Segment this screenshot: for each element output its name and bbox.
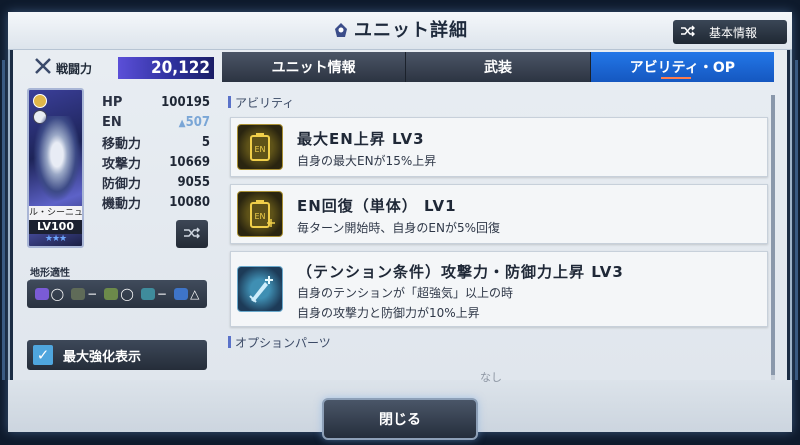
ability-desc: 自身のテンションが「超強気」以上の時 [297, 286, 514, 300]
tab-abilities-op[interactable]: アビリティ・OP [590, 52, 774, 82]
basic-info-button[interactable]: 基本情報 [673, 20, 787, 44]
unit-rarity-stars: ★★★ [44, 234, 67, 244]
ability-desc: 毎ターン開始時、自身のENが5%回復 [297, 221, 500, 235]
ability-item[interactable]: EN EN回復（単体） LV1 毎ターン開始時、自身のENが5%回復 [230, 184, 768, 244]
unit-name: ル・シーニュ(E [29, 206, 82, 220]
basic-info-label: 基本情報 [709, 25, 758, 40]
terrain-grade: − [87, 287, 98, 301]
medal-icon [33, 94, 47, 108]
stat-value-en-number: 507 [185, 114, 210, 130]
stat-label: 攻撃力 [102, 156, 142, 172]
frame-decoration-right [795, 60, 798, 380]
terrain-space: ◯ [34, 287, 64, 301]
section-marker [228, 96, 231, 108]
dialog-title: ユニット詳細 [354, 20, 468, 41]
terrain-grade: − [156, 287, 167, 301]
section-title: オプションパーツ [235, 335, 331, 350]
terrain-grade: △ [190, 287, 200, 301]
close-button[interactable]: 閉じる [322, 398, 478, 440]
unit-card[interactable]: ル・シーニュ(E LV100 ★★★ [27, 88, 84, 248]
stat-value: 10669 [169, 154, 210, 170]
stat-label: 移動力 [102, 136, 142, 152]
shuffle-icon [681, 25, 695, 40]
frame-decoration-left [2, 60, 5, 380]
ability-title: （テンション条件）攻撃力・防御力上昇 LV3 [297, 263, 624, 281]
stat-row-hp: HP 100195 [102, 92, 210, 112]
terrain-aptitude: ◯ − ◯ − △ [27, 280, 207, 308]
section-title: アビリティ [235, 95, 295, 110]
ability-title: 最大EN上昇 LV3 [297, 130, 425, 148]
stat-value: 5 [201, 134, 210, 150]
stat-row-en: EN ▲507 [102, 112, 210, 132]
stat-value: 100195 [161, 94, 210, 110]
stat-value: 10080 [169, 194, 210, 210]
ability-desc: 自身の攻撃力と防御力が10%上昇 [297, 306, 480, 320]
en-recover-icon: EN [237, 191, 283, 237]
unit-portrait [33, 116, 81, 202]
terrain-city: △ [174, 287, 199, 301]
section-marker [228, 336, 231, 348]
max-enhance-label: 最大強化表示 [63, 349, 142, 365]
stat-label: 機動力 [102, 196, 142, 212]
terrain-label: 地形適性 [30, 264, 70, 280]
svg-text:EN: EN [254, 212, 265, 221]
unit-icon [332, 21, 350, 44]
section-header-options: オプションパーツ [222, 332, 331, 352]
boost-up-icon: ▲ [178, 117, 186, 129]
combat-power-label: 戦闘力 [56, 61, 93, 76]
stat-value: 9055 [177, 174, 210, 190]
shuffle-icon [184, 227, 200, 242]
en-battery-icon: EN [237, 124, 283, 170]
city-icon [174, 288, 189, 300]
stat-row-move: 移動力 5 [102, 132, 210, 152]
stats-list: HP 100195 EN ▲507 移動力 5 攻撃力 10669 防御力 9055 機動… [102, 92, 210, 212]
checkmark-icon: ✓ [33, 345, 53, 365]
stat-label: EN [102, 114, 122, 130]
combat-power-value: 20,122 [118, 57, 214, 79]
section-header-abilities: アビリティ [222, 92, 294, 112]
tab-weapons[interactable]: 武装 [406, 52, 591, 82]
terrain-land: ◯ [104, 287, 134, 301]
switch-unit-button[interactable] [176, 220, 208, 248]
terrain-water: − [140, 287, 167, 301]
scrollbar-thumb[interactable] [771, 95, 775, 375]
option-none-text: なし [480, 371, 502, 384]
stat-row-mobility: 機動力 10080 [102, 192, 210, 212]
combat-power-row: 戦闘力 [34, 57, 92, 79]
tab-bar: ユニット情報 武装 アビリティ・OP [222, 52, 774, 82]
ground-icon [71, 288, 86, 300]
stat-label: HP [102, 94, 123, 110]
stat-value-en: ▲507 [179, 115, 210, 130]
max-enhance-toggle[interactable]: ✓ 最大強化表示 [27, 340, 207, 370]
ability-panel[interactable]: アビリティ EN 最大EN上昇 LV3 自身の最大ENが15%上昇 EN EN回… [222, 86, 774, 381]
terrain-air: − [71, 287, 97, 301]
ability-item[interactable]: （テンション条件）攻撃力・防御力上昇 LV3 自身のテンションが「超強気」以上の… [230, 251, 768, 327]
stat-row-defense: 防御力 9055 [102, 172, 210, 192]
ability-item[interactable]: EN 最大EN上昇 LV3 自身の最大ENが15%上昇 [230, 117, 768, 177]
water-icon [140, 288, 155, 300]
tab-unit-info[interactable]: ユニット情報 [222, 52, 407, 82]
space-icon [34, 288, 49, 300]
ability-title: EN回復（単体） LV1 [297, 197, 457, 215]
terrain-grade: ◯ [120, 287, 134, 301]
stat-label: 防御力 [102, 176, 142, 192]
crossed-swords-icon [34, 57, 52, 79]
unit-level: LV100 [29, 220, 82, 234]
ability-desc: 自身の最大ENが15%上昇 [297, 154, 437, 168]
stat-row-attack: 攻撃力 10669 [102, 152, 210, 172]
terrain-grade: ◯ [50, 287, 64, 301]
sword-up-icon [237, 266, 283, 312]
land-icon [104, 288, 119, 300]
svg-text:EN: EN [254, 145, 265, 154]
